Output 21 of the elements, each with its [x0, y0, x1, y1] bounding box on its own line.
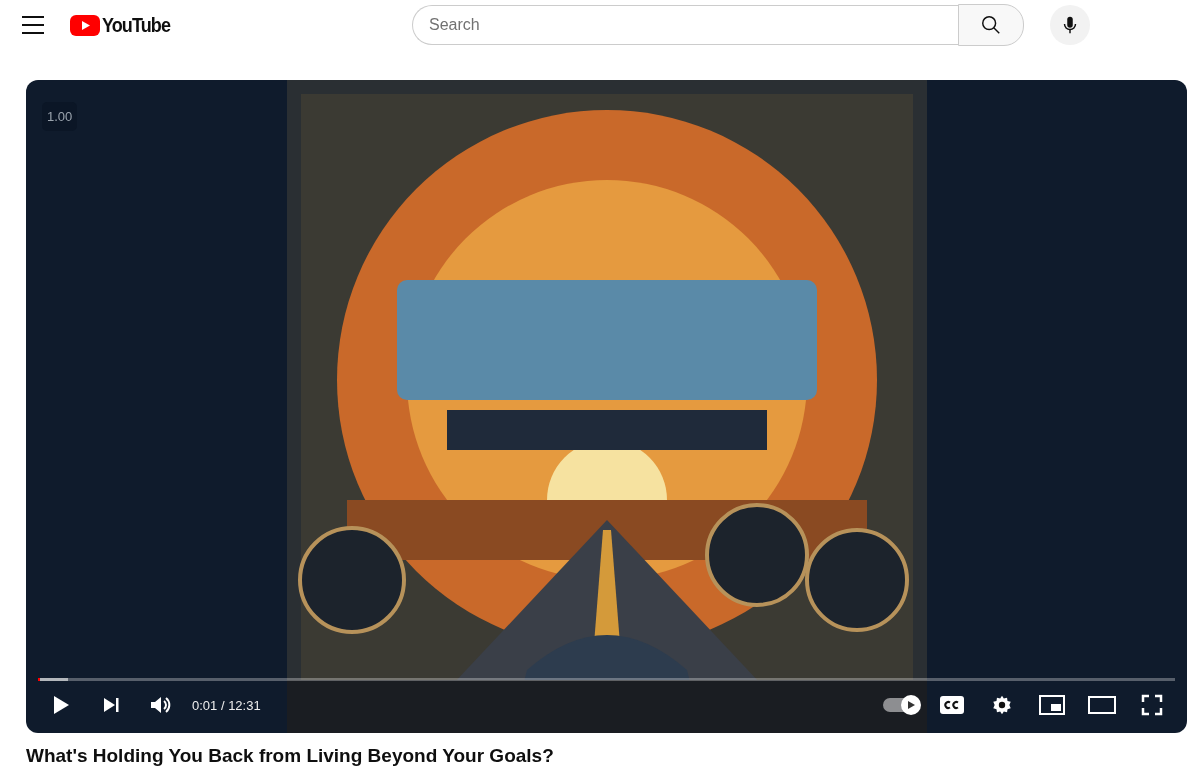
- next-icon[interactable]: [102, 696, 120, 714]
- play-logo-icon: [70, 14, 100, 36]
- autoplay-toggle[interactable]: [883, 698, 919, 712]
- play-icon: [906, 700, 916, 710]
- search-button[interactable]: [958, 4, 1024, 46]
- play-icon[interactable]: [52, 695, 70, 715]
- search-field[interactable]: Search: [412, 5, 958, 45]
- fullscreen-icon[interactable]: [1141, 694, 1163, 716]
- search-icon[interactable]: [980, 14, 1002, 36]
- settings-icon[interactable]: [991, 694, 1013, 716]
- video-title: What's Holding You Back from Living Beyond Your Goals?: [26, 745, 555, 767]
- microphone-button[interactable]: [1050, 5, 1090, 45]
- menu-icon[interactable]: [22, 16, 44, 34]
- miniplayer-icon[interactable]: [1039, 695, 1065, 715]
- theater-mode-icon[interactable]: [1088, 696, 1116, 714]
- speed-badge: 1.00: [42, 102, 78, 131]
- logo[interactable]: YouTube: [70, 13, 178, 37]
- progress-bar[interactable]: [38, 678, 1175, 681]
- captions-icon[interactable]: [940, 696, 964, 714]
- time-display: 0:01 / 12:31: [192, 697, 261, 713]
- speaker-icon[interactable]: [150, 695, 172, 715]
